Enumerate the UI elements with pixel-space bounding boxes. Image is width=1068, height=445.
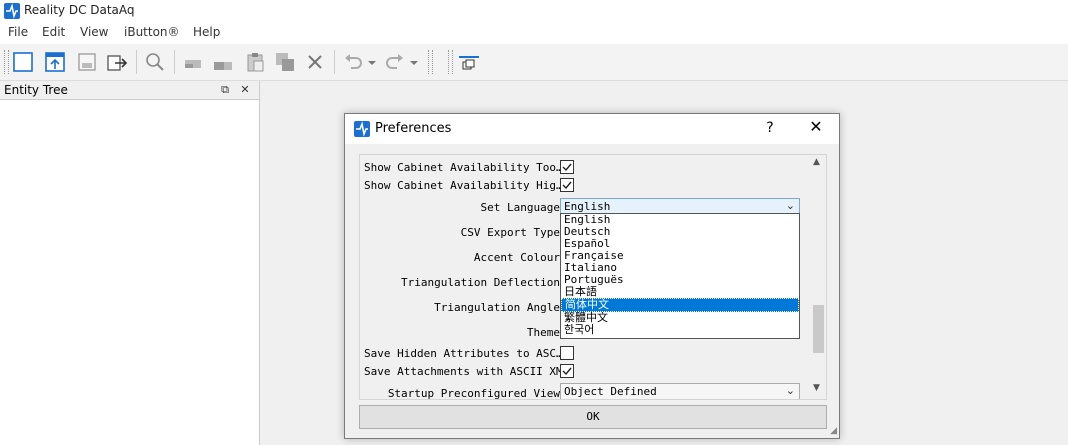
label-startup-view: Startup Preconfigured View	[387, 387, 560, 400]
language-option[interactable]: English	[561, 214, 799, 226]
toolbar-separator	[174, 50, 175, 74]
menu-view[interactable]: View	[80, 25, 108, 39]
cut-icon	[185, 60, 201, 68]
chevron-down-icon	[368, 61, 376, 65]
duplicate-icon	[276, 53, 294, 71]
import-button[interactable]	[42, 49, 68, 75]
checkbox-save-attachments[interactable]	[560, 364, 574, 378]
new-button[interactable]	[10, 49, 36, 75]
label-csv-export-type: CSV Export Type	[460, 226, 560, 239]
redo-button[interactable]	[382, 49, 408, 75]
dialog-titlebar: Preferences ? ✕	[345, 114, 839, 144]
startup-view-select[interactable]: Object Defined ⌄	[560, 383, 800, 399]
toolbar-grip[interactable]	[448, 50, 453, 74]
checkmark-icon	[562, 181, 572, 190]
paste-button[interactable]	[242, 49, 268, 75]
paste-icon	[247, 53, 264, 72]
label-triangulation-deflection: Triangulation Deflection	[401, 276, 560, 289]
checkmark-icon	[562, 163, 572, 172]
undo-button[interactable]	[340, 49, 366, 75]
menu-ibutton[interactable]: iButton®	[124, 25, 180, 39]
duplicate-button[interactable]	[272, 49, 298, 75]
window-layout-icon	[459, 56, 479, 70]
undo-icon	[345, 54, 362, 69]
move-button[interactable]	[210, 49, 236, 75]
ok-button[interactable]: OK	[359, 405, 827, 429]
label-show-cabinet-highlight: Show Cabinet Availability Hig…	[364, 179, 563, 192]
save-icon	[78, 53, 96, 71]
scroll-down-icon[interactable]: ▼	[813, 383, 820, 393]
checkbox-show-cabinet-tooltip[interactable]	[560, 160, 574, 174]
language-option[interactable]: Portuguës	[561, 274, 799, 286]
delete-button[interactable]	[302, 49, 328, 75]
language-option[interactable]: Deutsch	[561, 226, 799, 238]
label-show-cabinet-tooltip: Show Cabinet Availability Too…	[364, 161, 563, 174]
search-button[interactable]	[142, 49, 168, 75]
toolbar-separator	[136, 50, 137, 74]
checkmark-icon	[562, 367, 572, 376]
export-icon	[107, 55, 128, 71]
help-button[interactable]: ?	[763, 120, 777, 136]
search-icon	[146, 53, 164, 71]
toolbar-separator	[334, 50, 335, 74]
dialog-close-button[interactable]: ✕	[807, 117, 825, 136]
label-theme: Theme	[526, 326, 560, 339]
redo-dropdown-button[interactable]	[408, 49, 420, 75]
menu-bar: File Edit View iButton® Help	[0, 22, 1068, 44]
language-select-value: English	[564, 200, 611, 213]
import-icon	[45, 52, 65, 72]
window-title: Reality DC DataAq	[24, 3, 135, 17]
undo-dropdown-button[interactable]	[366, 49, 378, 75]
label-save-hidden-attributes: Save Hidden Attributes to ASC…	[364, 347, 563, 360]
scroll-up-icon[interactable]: ▲	[813, 157, 820, 167]
scrollbar-thumb[interactable]	[813, 305, 824, 353]
menu-edit[interactable]: Edit	[42, 25, 65, 39]
app-logo-icon	[354, 121, 370, 137]
cut-button[interactable]	[180, 49, 206, 75]
window-titlebar: Reality DC DataAq	[0, 0, 1068, 22]
toolbar-grip[interactable]	[4, 50, 9, 74]
language-option[interactable]: Italiano	[561, 262, 799, 274]
entity-tree-panel: Entity Tree ⧉ ✕	[0, 81, 260, 445]
language-option[interactable]: Française	[561, 250, 799, 262]
label-accent-colour: Accent Colour	[473, 251, 560, 264]
main-toolbar	[0, 44, 1068, 81]
save-button[interactable]	[74, 49, 100, 75]
menu-help[interactable]: Help	[193, 25, 220, 39]
label-save-attachments: Save Attachments with ASCII XML	[364, 365, 570, 378]
entity-tree-header: Entity Tree ⧉ ✕	[0, 81, 259, 100]
startup-view-value: Object Defined	[564, 385, 657, 398]
label-triangulation-angle: Triangulation Angle	[434, 301, 560, 314]
chevron-down-icon: ⌄	[785, 199, 795, 212]
chevron-down-icon	[410, 61, 418, 65]
app-logo-icon	[4, 3, 20, 19]
dialog-title: Preferences	[375, 121, 452, 136]
language-option[interactable]: Español	[561, 238, 799, 250]
export-button[interactable]	[104, 49, 130, 75]
toolbar-grip[interactable]	[428, 50, 433, 74]
language-option-selected[interactable]: 简体中文	[561, 298, 799, 312]
checkbox-show-cabinet-highlight[interactable]	[560, 178, 574, 192]
language-option[interactable]: 日本語	[561, 286, 799, 298]
move-icon	[214, 62, 232, 70]
window-layout-button[interactable]	[456, 49, 482, 75]
language-option[interactable]: 繁體中文	[561, 312, 799, 324]
preferences-dialog: Preferences ? ✕ Show Cabinet Availabilit…	[344, 113, 840, 439]
resize-grip-icon[interactable]: ◢	[830, 426, 837, 436]
label-set-language: Set Language	[480, 201, 560, 214]
preferences-scrollbar[interactable]: ▲ ▼	[811, 154, 827, 400]
close-icon[interactable]: ✕	[238, 83, 252, 97]
new-document-icon	[13, 52, 33, 72]
preferences-list: Show Cabinet Availability Too… Show Cabi…	[359, 154, 813, 400]
checkbox-save-hidden-attributes[interactable]	[560, 346, 574, 360]
language-option[interactable]: 한국어	[561, 324, 799, 336]
chevron-down-icon: ⌄	[785, 384, 795, 397]
float-icon[interactable]: ⧉	[218, 83, 232, 97]
menu-file[interactable]: File	[8, 25, 28, 39]
redo-icon	[386, 54, 403, 69]
delete-icon	[308, 55, 322, 69]
entity-tree-title: Entity Tree	[4, 83, 68, 97]
language-dropdown-list: English Deutsch Español Française Italia…	[560, 213, 800, 339]
